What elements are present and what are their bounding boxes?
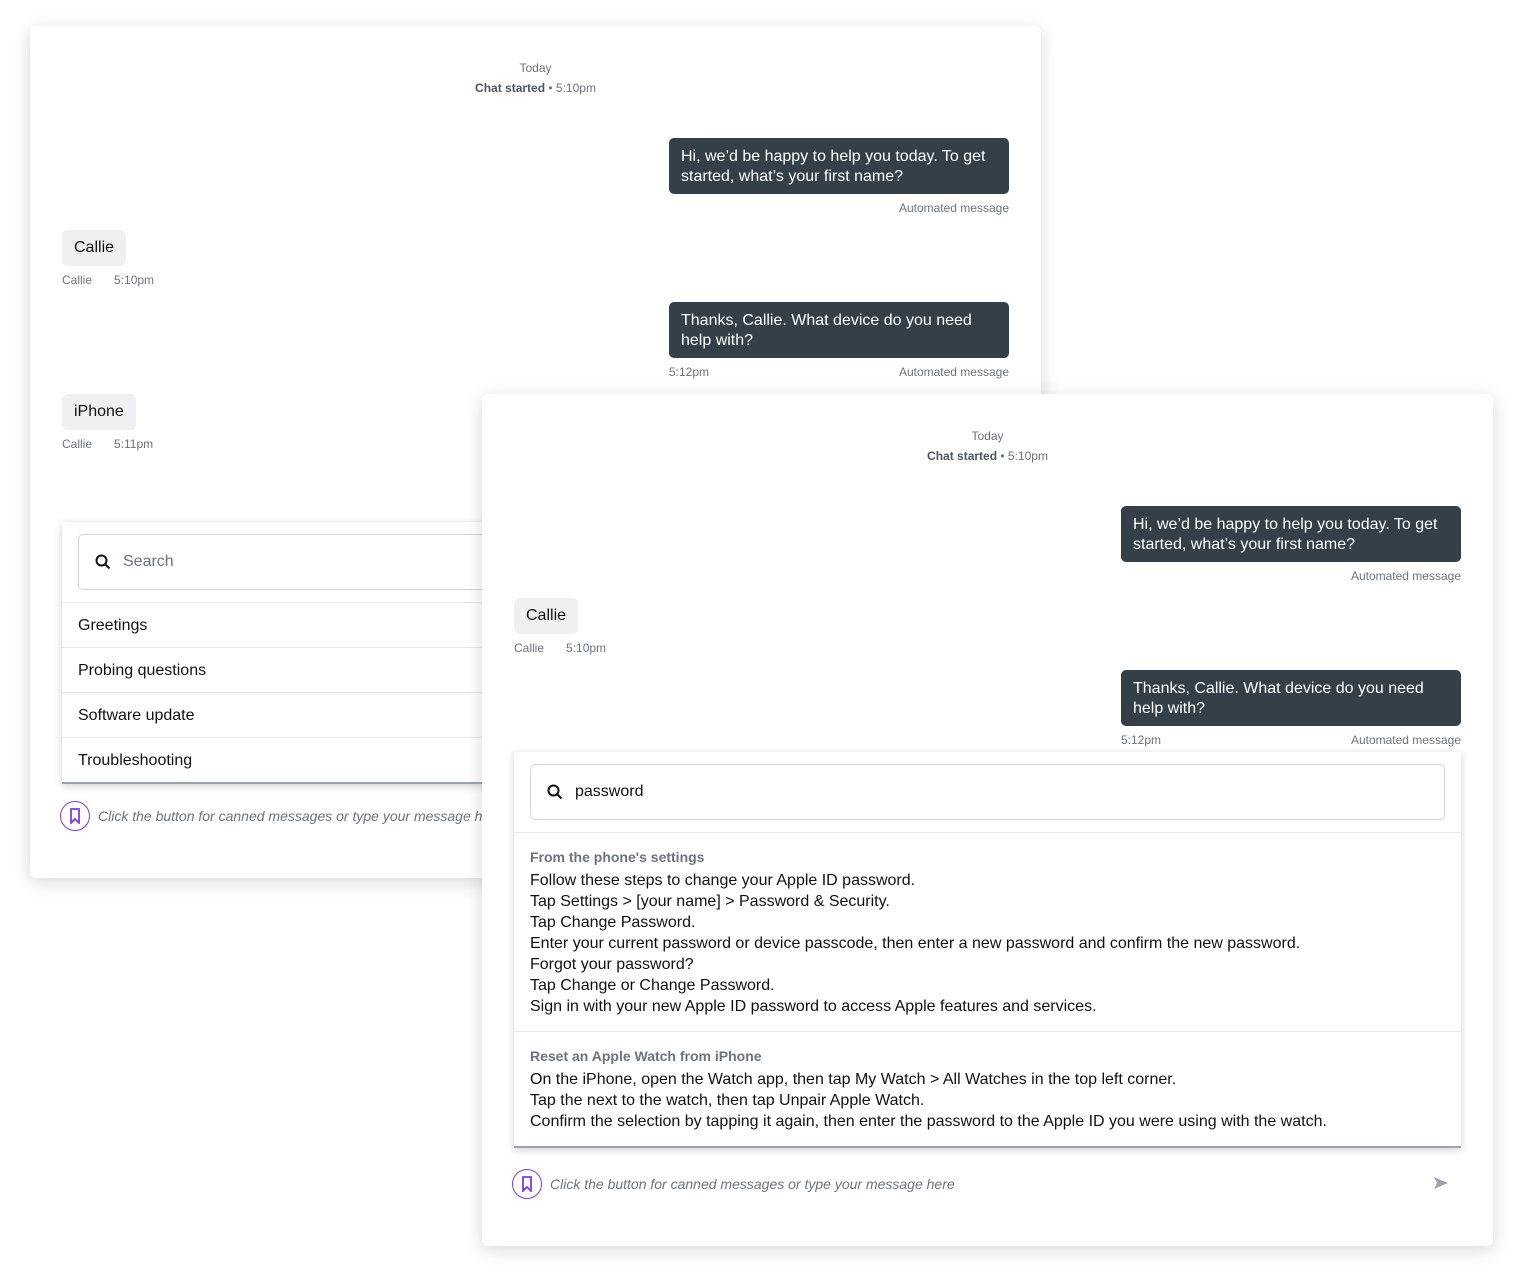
- agent-message: Thanks, Callie. What device do you need …: [1121, 670, 1461, 726]
- canned-messages-button[interactable]: [60, 801, 90, 831]
- search-result[interactable]: From the phone's settings Follow these s…: [514, 832, 1461, 1031]
- bookmark-icon: [70, 808, 80, 824]
- agent-message: Hi, we’d be happy to help you today. To …: [1121, 506, 1461, 562]
- message-input[interactable]: Click the button for canned messages or …: [550, 1176, 955, 1192]
- agent-message: Hi, we’d be happy to help you today. To …: [669, 138, 1009, 194]
- date-label: Today: [971, 429, 1004, 443]
- agent-message: Thanks, Callie. What device do you need …: [669, 302, 1009, 358]
- canned-messages-button[interactable]: [512, 1169, 542, 1199]
- message-meta: Automated message: [898, 201, 1009, 215]
- customer-message: Callie: [514, 598, 579, 634]
- search-result[interactable]: Reset an Apple Watch from iPhone On the …: [514, 1031, 1461, 1146]
- message-input[interactable]: Click the button for canned messages or …: [98, 808, 503, 824]
- message-meta: Callie 5:10pm: [62, 273, 155, 287]
- date-label: Today: [519, 61, 552, 75]
- message-meta: 5:12pm Automated message: [1121, 733, 1461, 747]
- chat-started: Chat started • 5:10pm: [475, 81, 596, 95]
- chat-started: Chat started • 5:10pm: [927, 449, 1048, 463]
- search-results-dropdown: password From the phone's settings Follo…: [514, 752, 1461, 1148]
- search-icon: [95, 554, 111, 570]
- send-icon[interactable]: [1433, 1176, 1449, 1190]
- composer: Click the button for canned messages or …: [512, 1168, 1461, 1200]
- message-meta: Automated message: [1350, 569, 1461, 583]
- customer-message: iPhone: [62, 394, 136, 430]
- bookmark-icon: [522, 1176, 532, 1192]
- message-meta: Callie 5:10pm: [514, 641, 607, 655]
- message-meta: 5:12pm Automated message: [669, 365, 1009, 379]
- canned-search-input[interactable]: password: [530, 764, 1445, 820]
- message-meta: Callie 5:11pm: [62, 437, 154, 451]
- chat-window-front: Today Chat started • 5:10pm Hi, we’d be …: [482, 394, 1493, 1246]
- customer-message: Callie: [62, 230, 127, 266]
- search-icon: [547, 784, 563, 800]
